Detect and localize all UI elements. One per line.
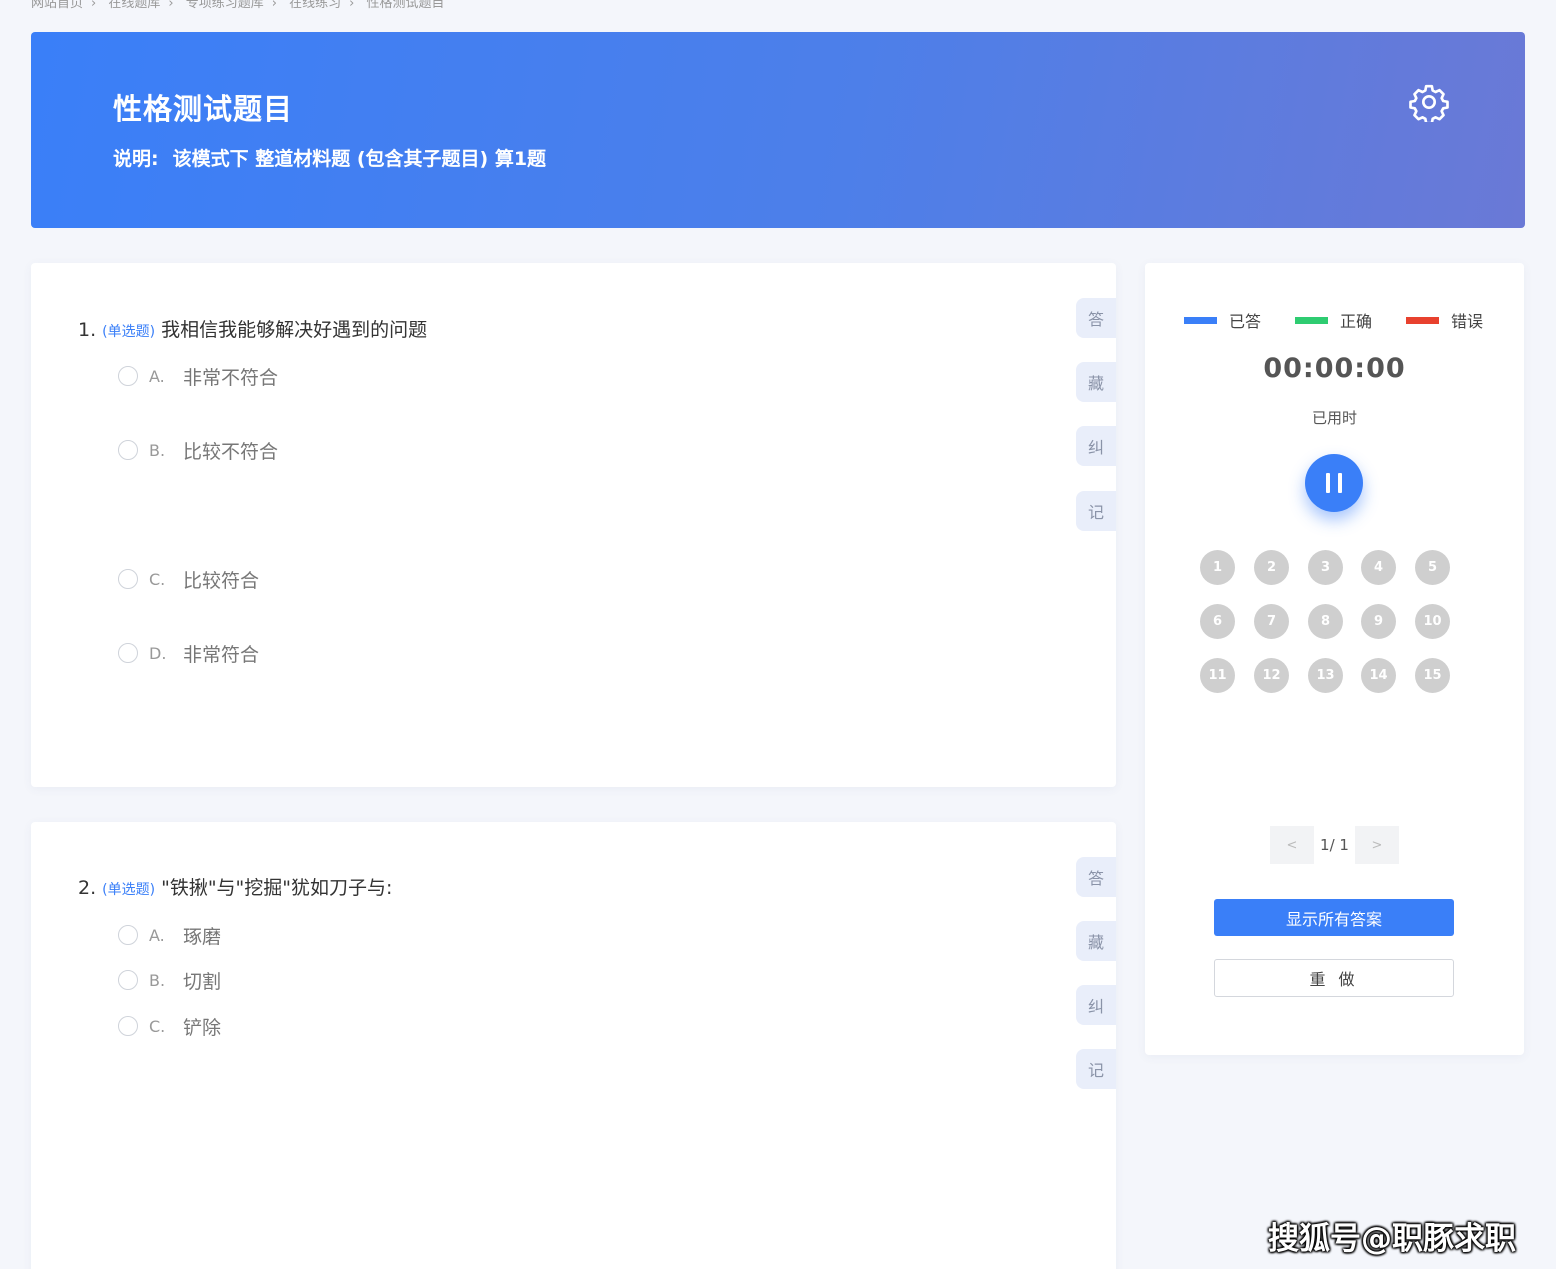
legend-label: 错误 — [1451, 312, 1484, 331]
question-text: 我相信我能够解决好遇到的问题 — [161, 319, 428, 341]
breadcrumb-item[interactable]: 在线题库 — [108, 0, 160, 11]
favorite-button[interactable]: 藏 — [1076, 362, 1116, 402]
radio-button[interactable] — [118, 643, 138, 663]
question-number-button[interactable]: 9 — [1361, 604, 1396, 639]
redo-button[interactable]: 重 做 — [1214, 959, 1454, 997]
breadcrumb: 网站首页 › 在线题库 › 专项练习题库 › 在线练习 › 性格测试题目 — [31, 0, 452, 11]
breadcrumb-item[interactable]: 网站首页 — [31, 0, 83, 11]
question-card-2: 2. (单选题) "铁揪"与"挖掘"犹如刀子与: A. 琢磨 B. 切割 C. 铲除… — [31, 822, 1116, 1269]
pause-button[interactable] — [1305, 454, 1363, 512]
radio-button[interactable] — [118, 1016, 138, 1036]
watermark: 搜狐号@职豚求职 — [1268, 1221, 1516, 1257]
legend-swatch — [1406, 316, 1439, 324]
option-letter: C. — [149, 1016, 166, 1036]
pagination: < 1/ 1 > — [1270, 826, 1399, 864]
option-text: 切割 — [183, 970, 222, 993]
radio-button[interactable] — [118, 925, 138, 945]
description-text: 该模式下 整道材料题 (包含其子题目) 算1题 — [172, 148, 547, 170]
option-text: 比较符合 — [183, 569, 260, 592]
option-text: 非常不符合 — [183, 366, 279, 389]
pause-icon — [1322, 473, 1346, 493]
radio-button[interactable] — [118, 569, 138, 589]
question-number-button[interactable]: 13 — [1308, 658, 1343, 693]
question-number-button[interactable]: 15 — [1415, 658, 1450, 693]
question-number: 2. — [78, 877, 97, 899]
page-indicator: 1/ 1 — [1320, 836, 1349, 854]
note-button[interactable]: 记 — [1076, 1049, 1116, 1089]
question-type: (单选题) — [102, 882, 156, 898]
question-number-button[interactable]: 1 — [1200, 550, 1235, 585]
breadcrumb-item[interactable]: 专项练习题库 — [186, 0, 264, 11]
legend-answered: 已答 — [1184, 308, 1261, 332]
report-error-button[interactable]: 纠 — [1076, 426, 1116, 466]
page-header: 性格测试题目 说明: 该模式下 整道材料题 (包含其子题目) 算1题 — [31, 32, 1525, 228]
question-number-button[interactable]: 2 — [1254, 550, 1289, 585]
legend-swatch — [1184, 316, 1217, 324]
option-b[interactable]: B. 切割 — [118, 968, 222, 993]
option-b[interactable]: B. 比较不符合 — [118, 438, 279, 463]
option-text: 比较不符合 — [183, 440, 279, 463]
legend-wrong: 错误 — [1406, 308, 1483, 332]
option-text: 琢磨 — [183, 925, 222, 948]
option-text: 铲除 — [183, 1016, 222, 1039]
question-number-button[interactable]: 5 — [1415, 550, 1450, 585]
option-d[interactable]: D. 非常符合 — [118, 641, 260, 666]
radio-button[interactable] — [118, 970, 138, 990]
show-all-answers-button[interactable]: 显示所有答案 — [1214, 899, 1454, 936]
question-number-button[interactable]: 14 — [1361, 658, 1396, 693]
legend-correct: 正确 — [1295, 308, 1372, 332]
legend-label: 已答 — [1229, 312, 1262, 331]
description-label: 说明: — [113, 148, 159, 170]
option-letter: A. — [149, 366, 165, 386]
option-a[interactable]: A. 非常不符合 — [118, 364, 279, 389]
answer-button[interactable]: 答 — [1076, 857, 1116, 897]
option-letter: B. — [149, 970, 166, 990]
next-page-button[interactable]: > — [1355, 826, 1399, 864]
note-button[interactable]: 记 — [1076, 491, 1116, 531]
page-title: 性格测试题目 — [113, 92, 294, 126]
question-card-1: 1. (单选题) 我相信我能够解决好遇到的问题 A. 非常不符合 B. 比较不符合 … — [31, 263, 1116, 787]
breadcrumb-item: 性格测试题目 — [366, 0, 445, 11]
favorite-button[interactable]: 藏 — [1076, 921, 1116, 961]
option-c[interactable]: C. 比较符合 — [118, 567, 260, 592]
radio-button[interactable] — [118, 440, 138, 460]
question-text: "铁揪"与"挖掘"犹如刀子与: — [161, 877, 393, 899]
question-number-button[interactable]: 3 — [1308, 550, 1343, 585]
prev-page-button[interactable]: < — [1270, 826, 1314, 864]
question-number-button[interactable]: 12 — [1254, 658, 1289, 693]
breadcrumb-item[interactable]: 在线练习 — [289, 0, 341, 11]
gear-icon[interactable] — [1409, 82, 1449, 125]
report-error-button[interactable]: 纠 — [1076, 985, 1116, 1025]
question-number-button[interactable]: 8 — [1308, 604, 1343, 639]
option-text: 非常符合 — [183, 643, 260, 666]
question-number: 1. — [78, 319, 97, 341]
answer-sheet-panel: 已答 正确 错误 00:00:00 已用时 1 2 3 4 5 6 7 8 9 … — [1145, 263, 1524, 1055]
question-type: (单选题) — [102, 324, 156, 340]
question-number-button[interactable]: 10 — [1415, 604, 1450, 639]
question-number-button[interactable]: 7 — [1254, 604, 1289, 639]
answer-button[interactable]: 答 — [1076, 298, 1116, 338]
question-number-button[interactable]: 6 — [1200, 604, 1235, 639]
option-a[interactable]: A. 琢磨 — [118, 923, 222, 948]
question-title: 1. (单选题) 我相信我能够解决好遇到的问题 — [78, 315, 427, 342]
option-letter: D. — [149, 643, 167, 663]
option-letter: B. — [149, 440, 166, 460]
option-c[interactable]: C. 铲除 — [118, 1014, 222, 1039]
question-title: 2. (单选题) "铁揪"与"挖掘"犹如刀子与: — [78, 873, 392, 900]
radio-button[interactable] — [118, 366, 138, 386]
page-description: 说明: 该模式下 整道材料题 (包含其子题目) 算1题 — [113, 144, 546, 171]
option-letter: A. — [149, 925, 165, 945]
legend: 已答 正确 错误 — [1145, 308, 1524, 331]
timer-display: 00:00:00 — [1263, 353, 1406, 384]
question-number-button[interactable]: 11 — [1200, 658, 1235, 693]
legend-swatch — [1295, 316, 1328, 324]
question-number-button[interactable]: 4 — [1361, 550, 1396, 585]
legend-label: 正确 — [1340, 312, 1373, 331]
timer-label: 已用时 — [1311, 409, 1357, 427]
option-letter: C. — [149, 569, 166, 589]
